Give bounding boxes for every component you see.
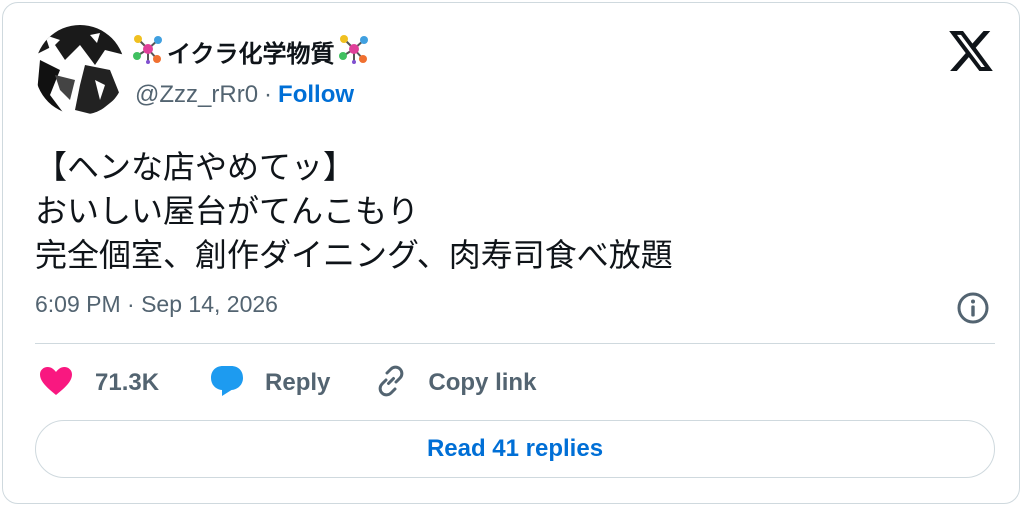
info-icon[interactable] [956,291,990,325]
follow-link[interactable]: Follow [278,81,354,109]
x-logo-icon[interactable] [949,31,993,71]
author-handle-row: @Zzz_rRr0 · Follow [135,79,354,111]
tweet-line: おいしい屋台がてんこもり [35,193,420,229]
reply-label: Reply [265,369,331,396]
reply-bubble-icon [209,364,245,403]
link-icon [374,364,408,403]
tweet-line: 完全個室、創作ダイニング、肉寿司食べ放題 [35,237,673,273]
tweet-timestamp[interactable]: 6:09 PM · Sep 14, 2026 [35,291,278,318]
copy-link-label: Copy link [428,369,537,396]
author-name-row[interactable]: イクラ化学物質 [133,31,369,71]
heart-icon [39,366,73,401]
copy-link-button[interactable]: Copy link [374,364,536,403]
read-replies-label: Read 41 replies [426,435,604,462]
reply-button[interactable]: Reply [209,364,330,403]
molecule-emoji-icon [133,34,163,69]
molecule-emoji-icon [338,34,369,69]
read-replies-button[interactable]: Read 41 replies [35,420,995,478]
action-bar: 71.3K Reply Copy link [39,363,536,403]
like-count: 71.3K [95,369,160,396]
avatar[interactable] [35,25,125,115]
divider [35,343,995,344]
tweet-line: 【ヘンな店やめてッ】 [35,149,356,185]
separator-dot: · [264,81,273,108]
tweet-text: 【ヘンな店やめてッ】 おいしい屋台がてんこもり 完全個室、創作ダイニング、肉寿司… [35,145,673,277]
like-button[interactable]: 71.3K [39,366,159,401]
tweet-embed-card: イクラ化学物質 @Zzz_rRr0 · Follow 【ヘンな店やめてッ】 おい… [2,2,1020,504]
author-display-name[interactable]: イクラ化学物質 [167,34,335,69]
author-handle[interactable]: @Zzz_rRr0 [135,81,258,109]
